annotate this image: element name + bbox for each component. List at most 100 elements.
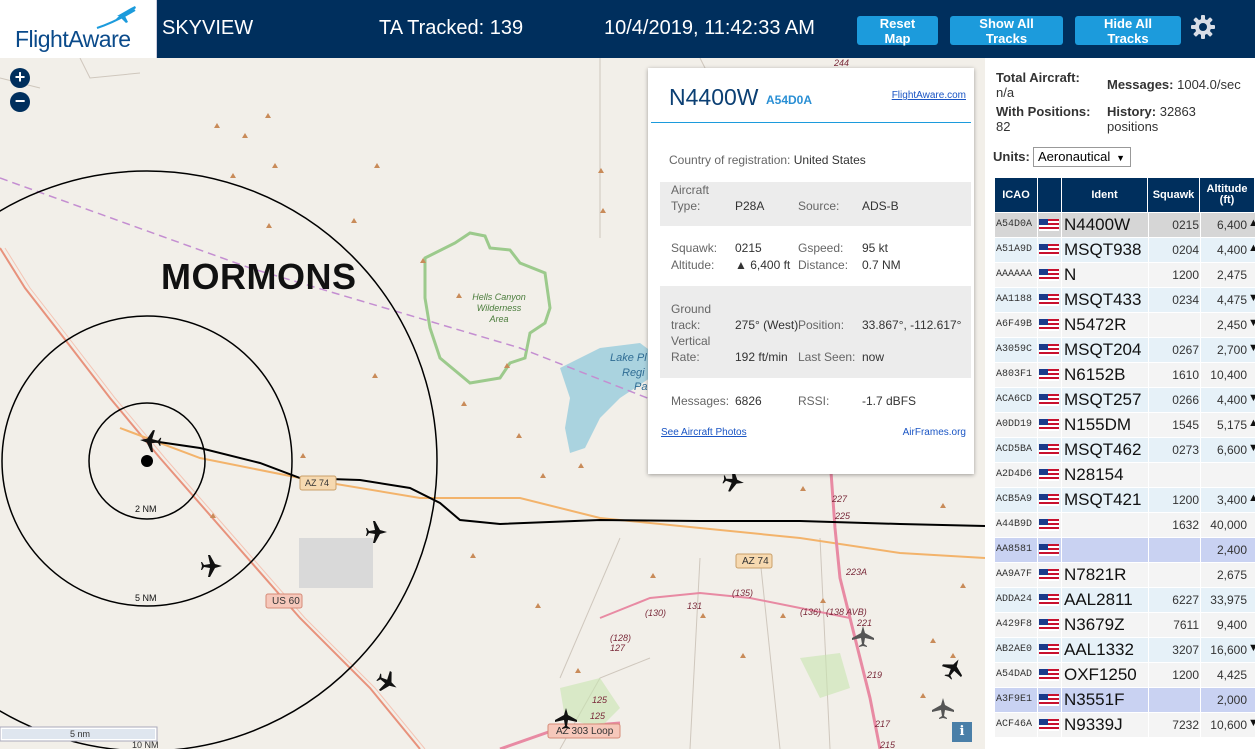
table-row[interactable]: A51A9D MSQT938 0204 4,400 ▲ (995, 238, 1255, 263)
column-header-squawk[interactable]: Squawk (1148, 178, 1200, 212)
column-divider (1148, 238, 1149, 263)
with-positions-label: With Positions: (996, 104, 1091, 119)
history-unit: positions (1107, 119, 1159, 134)
table-row[interactable]: A54D0A N4400W 0215 6,400 ▲ (995, 213, 1255, 238)
table-row[interactable]: ACD5BA MSQT462 0273 6,600 ▼ (995, 438, 1255, 463)
column-divider (1148, 688, 1149, 713)
ident-cell: N4400W (1064, 215, 1131, 234)
squawk-cell: 1545 (1172, 418, 1199, 432)
altitude-cell: 2,400 (1216, 543, 1247, 557)
altitude-trend-icon: ▲ (1248, 217, 1255, 229)
table-row[interactable]: A803F1 N6152B 1610 10,400 (995, 363, 1255, 388)
flightaware-link[interactable]: FlightAware.com (892, 90, 966, 101)
column-divider (1148, 513, 1149, 538)
table-row[interactable]: ACB5A9 MSQT421 1200 3,400 ▲ (995, 488, 1255, 513)
table-row[interactable]: A3059C MSQT204 0267 2,700 ▼ (995, 338, 1255, 363)
icao-cell: A803F1 (996, 369, 1033, 380)
column-divider (1200, 688, 1201, 713)
aircraft-marker[interactable] (553, 706, 579, 732)
column-divider (1061, 288, 1062, 313)
aircraft-marker[interactable] (363, 519, 389, 545)
ident-cell: N5472R (1064, 315, 1127, 334)
units-label: Units: (993, 149, 1030, 164)
altitude-trend-icon: ▼ (1248, 392, 1255, 404)
aircraft-marker[interactable] (374, 669, 400, 695)
column-divider (1200, 488, 1201, 513)
gear-icon[interactable] (1190, 14, 1216, 40)
gspeed-label: Gspeed: (798, 241, 844, 255)
squawk-cell: 1200 (1172, 268, 1199, 282)
table-row[interactable]: A2D4D6 N28154 (995, 463, 1255, 488)
table-row[interactable]: ADDA24 AAL2811 6227 33,975 (995, 588, 1255, 613)
column-divider (1037, 438, 1038, 463)
table-row[interactable]: ACF46A N9339J 7232 10,600 ▼ (995, 713, 1255, 738)
lake-label-3: Pa (634, 381, 648, 393)
column-divider (1148, 288, 1149, 313)
table-row[interactable]: AA1188 MSQT433 0234 4,475 ▼ (995, 288, 1255, 313)
column-header-icao[interactable]: ICAO (995, 178, 1038, 212)
column-divider (1148, 263, 1149, 288)
aircraft-marker[interactable] (930, 696, 956, 722)
aircraft-photos-link[interactable]: See Aircraft Photos (661, 427, 747, 438)
ident-cell: AAL2811 (1064, 590, 1133, 609)
squawk-cell: 6227 (1172, 593, 1199, 607)
table-row[interactable]: A429F8 N3679Z 7611 9,400 (995, 613, 1255, 638)
table-row[interactable]: AAAAAA N 1200 2,475 (995, 263, 1255, 288)
altitude-cell: 2,450 (1216, 318, 1247, 332)
column-header-ident[interactable]: Ident (1062, 178, 1148, 212)
table-row[interactable]: A3F9E1 N3551F 2,000 (995, 688, 1255, 713)
aircraft-marker[interactable] (940, 656, 966, 682)
table-row[interactable]: ACA6CD MSQT257 0266 4,400 ▼ (995, 388, 1255, 413)
column-divider (1037, 263, 1038, 288)
aircraft-marker-selected[interactable] (138, 428, 164, 454)
squawk-cell: 7611 (1173, 618, 1199, 632)
column-divider (1061, 663, 1062, 688)
us-flag-icon (1039, 494, 1059, 506)
ident-cell: MSQT462 (1064, 440, 1142, 459)
skyview-app: FlightAware SKYVIEW TA Tracked: 139 10/4… (0, 0, 1255, 749)
zoom-in-button[interactable]: + (10, 68, 30, 88)
column-divider (1037, 363, 1038, 388)
aircraft-marker[interactable] (850, 624, 876, 650)
airframes-link[interactable]: AirFrames.org (903, 427, 966, 438)
table-row[interactable]: A0DD19 N155DM 1545 5,175 ▲ (995, 413, 1255, 438)
us-flag-icon (1039, 519, 1059, 531)
show-all-tracks-button[interactable]: Show All Tracks (950, 16, 1063, 46)
column-divider (1200, 288, 1201, 313)
altitude-trend-icon: ▲ (1248, 242, 1255, 254)
icao-cell: ACB5A9 (996, 494, 1033, 505)
table-row[interactable]: AA8581 2,400 (995, 538, 1255, 563)
flightaware-logo[interactable]: FlightAware (0, 0, 157, 58)
column-header-altitude[interactable]: Altitude (ft) (1200, 178, 1255, 212)
column-divider (1061, 713, 1062, 738)
reset-map-button[interactable]: Reset Map (857, 16, 938, 46)
ident-cell: MSQT204 (1064, 340, 1142, 359)
us-flag-icon (1039, 719, 1059, 731)
map-info-button[interactable]: i (952, 722, 972, 742)
history-value: 32863 (1159, 104, 1196, 119)
aircraft-info-popup: N4400W A54D0A FlightAware.com Country of… (648, 68, 974, 474)
table-row[interactable]: AA9A7F N7821R 2,675 (995, 563, 1255, 588)
us-flag-icon (1039, 319, 1059, 331)
aircraft-marker[interactable] (198, 553, 224, 579)
column-divider (1037, 588, 1038, 613)
units-selected-value: Aeronautical (1038, 149, 1111, 164)
table-row[interactable]: AB2AE0 AAL1332 3207 16,600 ▼ (995, 638, 1255, 663)
us-flag-icon (1039, 369, 1059, 381)
ident-cell: OXF1250 (1064, 665, 1137, 684)
table-row[interactable]: A6F49B N5472R 2,450 ▼ (995, 313, 1255, 338)
table-row[interactable]: A44B9D 1632 40,000 (995, 513, 1255, 538)
distance-value: 0.7 NM (862, 258, 901, 272)
road-label-223a: 223A (846, 567, 868, 577)
hide-all-tracks-button[interactable]: Hide All Tracks (1075, 16, 1181, 46)
squawk-cell: 0234 (1172, 293, 1199, 307)
ident-cell: N3679Z (1064, 615, 1125, 634)
table-row[interactable]: A54DAD OXF1250 1200 4,425 (995, 663, 1255, 688)
units-select[interactable]: Aeronautical ▼ (1033, 147, 1131, 167)
zoom-out-button[interactable]: − (10, 92, 30, 112)
us-flag-icon (1039, 444, 1059, 456)
column-divider (1061, 313, 1062, 338)
icao-cell: A51A9D (996, 244, 1033, 255)
altitude-trend-icon: ▼ (1248, 317, 1255, 329)
column-divider (1037, 488, 1038, 513)
